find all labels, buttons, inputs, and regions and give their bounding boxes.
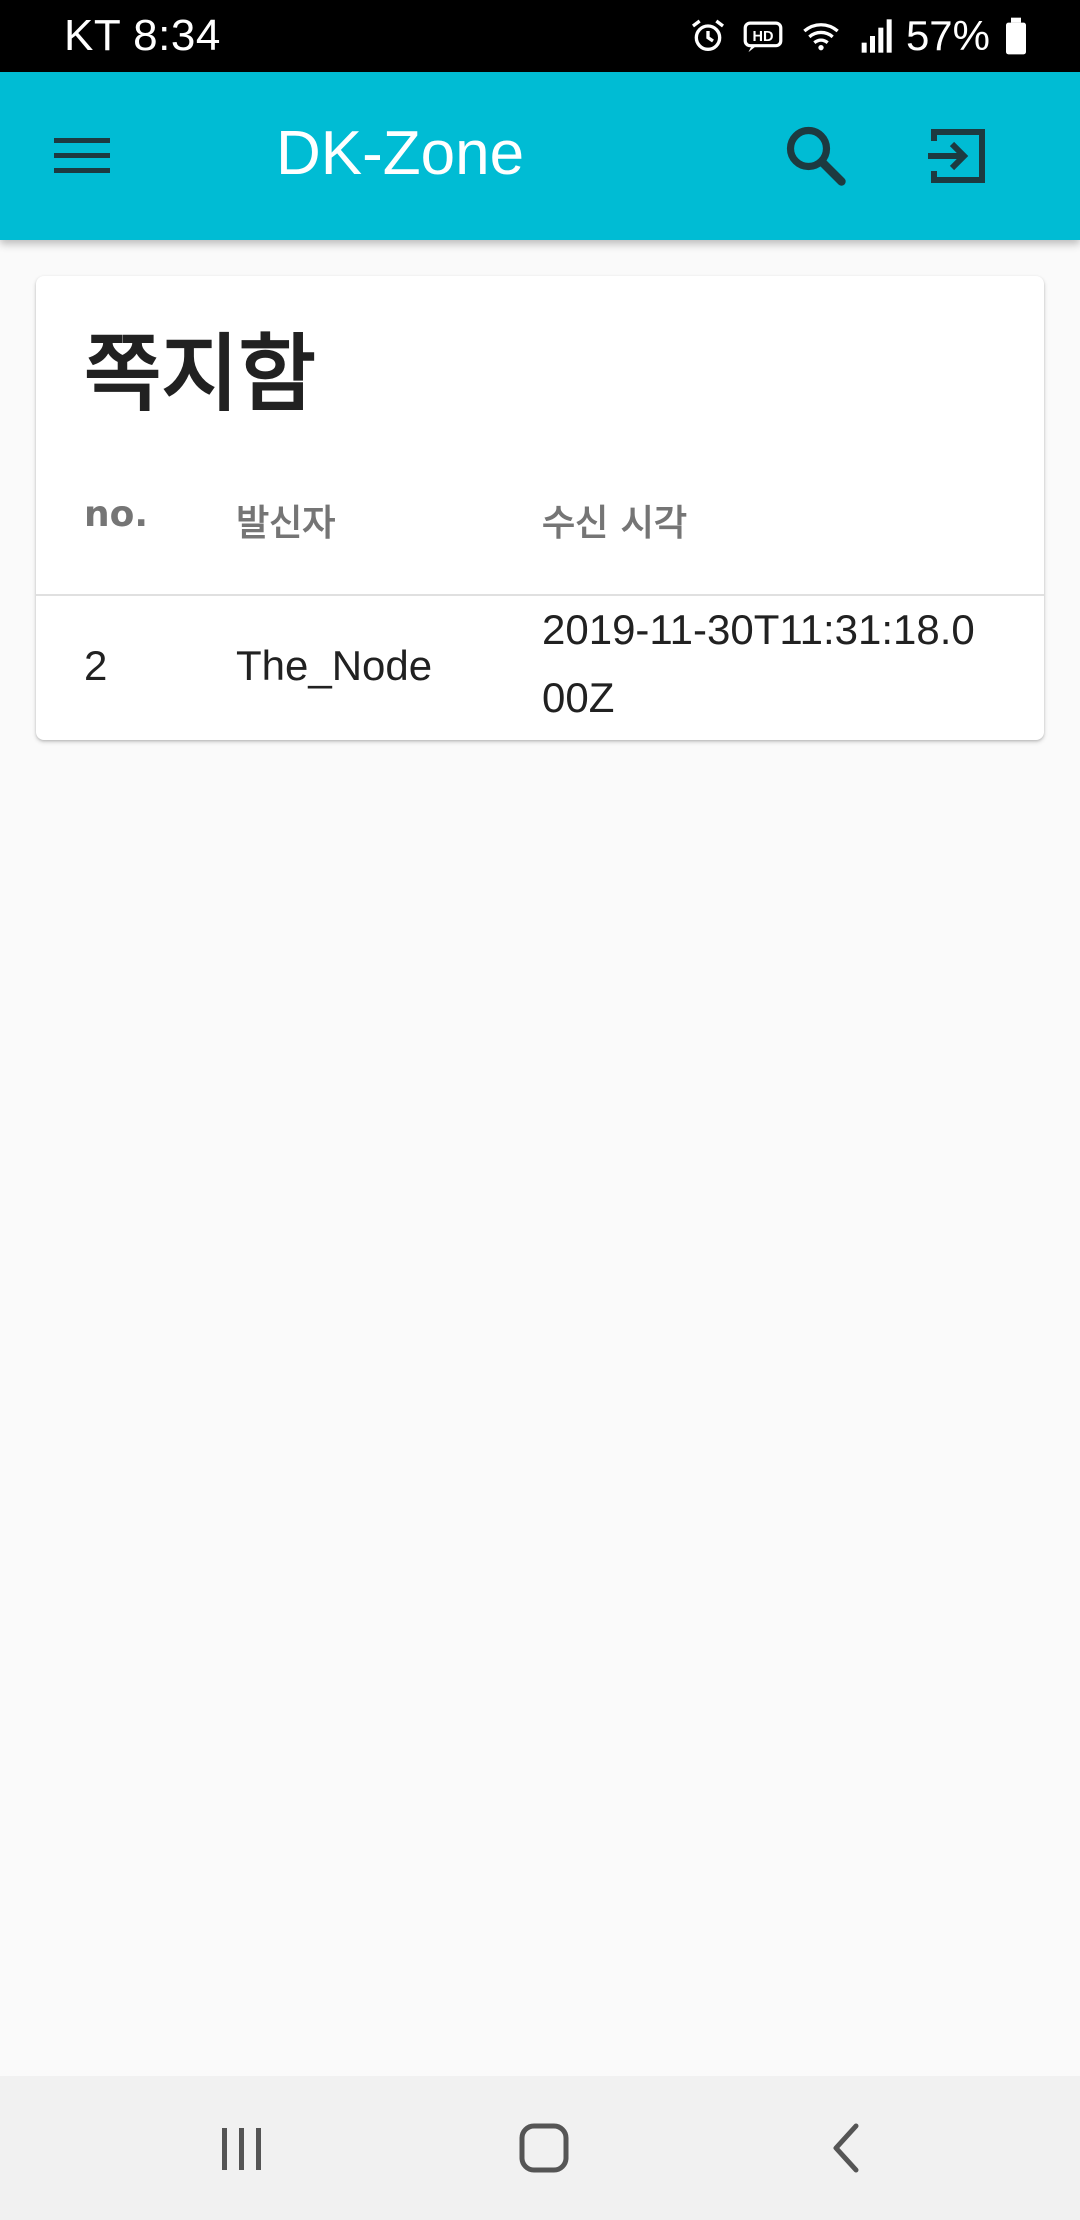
column-header-received-time: 수신 시각 [542, 503, 688, 544]
column-header-no: no. [84, 494, 149, 535]
home-button[interactable] [504, 2116, 584, 2180]
search-icon [780, 126, 852, 196]
navigation-bar [0, 2076, 1080, 2220]
recents-icon [202, 2128, 282, 2184]
menu-button[interactable] [50, 128, 114, 184]
alarm-icon [688, 16, 728, 56]
status-icons: HD 57% [688, 12, 1028, 60]
search-button[interactable] [780, 120, 852, 192]
signal-icon [858, 16, 892, 56]
app-bar: DK-Zone [0, 72, 1080, 240]
battery-icon [1004, 16, 1028, 56]
battery-percent: 57% [905, 12, 990, 59]
table-row[interactable]: 2 The_Node 2019-11-30T11:31:18.000Z [36, 596, 1044, 740]
recents-button[interactable] [202, 2116, 282, 2180]
svg-text:HD: HD [752, 29, 773, 45]
menu-icon [50, 138, 114, 188]
cell-received-time: 2019-11-30T11:31:18.000Z [542, 606, 975, 721]
status-bar: KT 8:34 HD 57% [0, 0, 1080, 72]
back-button[interactable] [808, 2116, 888, 2180]
logout-button[interactable] [922, 120, 994, 192]
back-icon [808, 2123, 888, 2184]
inbox-card: 쪽지함 no. 발신자 수신 시각 2 The_Node 2019-11-30T… [36, 276, 1044, 740]
carrier-time: KT 8:34 [64, 11, 221, 60]
cell-sender: The_Node [236, 642, 433, 689]
wifi-icon [798, 16, 844, 56]
home-icon [504, 2123, 584, 2184]
page-title: 쪽지함 [84, 325, 316, 423]
hd-voice-icon: HD [742, 16, 784, 56]
column-header-sender: 발신자 [236, 503, 336, 544]
app-title: DK-Zone [276, 119, 525, 188]
logout-icon [922, 129, 994, 196]
screen: KT 8:34 HD 57% DK-Zone 쪽지함 no. 발신자 수신 시각… [0, 0, 1080, 2220]
cell-no: 2 [84, 642, 108, 689]
